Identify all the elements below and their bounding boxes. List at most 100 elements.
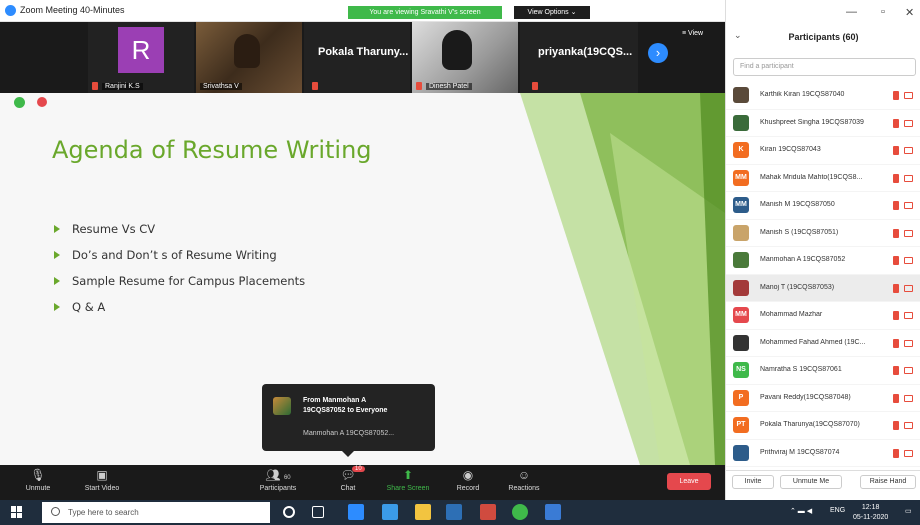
file-explorer-icon[interactable] [415, 504, 431, 520]
participant-name: Manish M 19CQS87050 [760, 201, 835, 208]
leave-button[interactable]: Leave [667, 473, 711, 490]
store-app-icon[interactable] [446, 504, 462, 520]
annotation-icon[interactable] [37, 97, 47, 107]
participant-row[interactable]: MM Mahak Mridula Mahto(19CQS8... [726, 165, 920, 192]
start-video-button[interactable]: ▣ Start Video [76, 468, 128, 492]
taskbar-search-input[interactable]: Type here to search [42, 502, 270, 523]
slide-bullets: Resume Vs CV Do’s and Don’t s of Resume … [54, 222, 305, 326]
participants-count: 60 [283, 475, 291, 481]
muted-mic-icon [893, 146, 899, 155]
participants-button[interactable]: 👥︎ 60 Participants [252, 468, 304, 492]
muted-mic-icon [893, 448, 899, 458]
bullet-item: Resume Vs CV [54, 222, 305, 236]
participant-name: Srivathsa V [200, 83, 242, 90]
video-tile[interactable]: Dinesh Patel [412, 22, 518, 93]
muted-mic-icon [893, 173, 899, 183]
clock-date: 05-11-2020 [853, 514, 889, 521]
windows-taskbar: Type here to search ⌃ ▬ ◀ ENG 12:18 05-1… [0, 500, 920, 525]
raise-hand-button[interactable]: Raise Hand [860, 475, 916, 489]
view-options-button[interactable]: View Options ⌄ [514, 6, 590, 19]
windows-start-icon[interactable] [11, 506, 23, 518]
mail-app-icon[interactable] [382, 504, 398, 520]
bullet-text: Q & A [72, 300, 106, 314]
chat-sender-line2: 19CQS87052 to Everyone [303, 407, 388, 414]
slide-title: Agenda of Resume Writing [52, 136, 372, 164]
video-off-icon [904, 257, 913, 264]
participant-row[interactable]: Mohammed Fahad Ahmed (19C... [726, 330, 920, 357]
participant-name: Kiran 19CQS87043 [760, 146, 821, 153]
close-icon[interactable]: ✕ [905, 6, 914, 19]
video-tile[interactable]: priyanka(19CQS... [520, 22, 638, 93]
video-off-icon [904, 202, 913, 209]
unmute-me-button[interactable]: Unmute Me [780, 475, 842, 489]
share-screen-button[interactable]: ⬆ Share Screen [382, 468, 434, 492]
strip-view-button[interactable]: ≡ View [682, 30, 703, 37]
bullet-arrow-icon [54, 303, 60, 311]
participant-search-input[interactable]: Find a participant [733, 58, 916, 76]
invite-button[interactable]: Invite [732, 475, 774, 489]
muted-mic-icon [92, 82, 98, 90]
bullet-arrow-icon [54, 225, 60, 233]
participant-avatar [733, 224, 749, 241]
chat-sender: From Manmohan A 19CQS87052 to Everyone [303, 396, 387, 416]
reactions-button[interactable]: ☺ Reactions [498, 468, 550, 492]
participant-row[interactable]: Karthik Kiran 19CQS87040 [726, 82, 920, 110]
participant-name: Karthik Kiran 19CQS87040 [760, 91, 845, 98]
zoom-app-icon[interactable] [348, 504, 364, 520]
muted-mic-icon [893, 421, 899, 430]
participant-row[interactable]: Prithviraj M 19CQS87074 [726, 440, 920, 467]
muted-mic-icon [893, 338, 899, 348]
video-off-icon [904, 284, 913, 292]
share-screen-icon: ⬆ [402, 468, 414, 482]
next-page-arrow-icon[interactable]: › [648, 43, 668, 63]
participant-row[interactable]: P Pavani Reddy(19CQS87048) [726, 385, 920, 412]
maximize-icon[interactable]: ▫ [881, 6, 885, 18]
participant-row[interactable]: K Kiran 19CQS87043 [726, 137, 920, 165]
tray-icons[interactable]: ⌃ ▬ ◀ [790, 507, 812, 515]
participant-row[interactable]: Manoj T (19CQS87053) [726, 274, 920, 302]
muted-mic-icon [893, 393, 899, 403]
notification-icon[interactable]: ▭ [905, 507, 912, 515]
app-icon[interactable] [480, 504, 496, 520]
participant-name: Mohammed Fahad Ahmed (19C... [760, 338, 866, 346]
task-view-icon[interactable] [312, 506, 324, 518]
video-tile[interactable]: Pokala Tharuny... [304, 22, 410, 93]
participant-avatar: MM [733, 307, 749, 323]
unmute-button[interactable]: 🎙︎ Unmute [12, 468, 64, 492]
video-off-icon [904, 119, 913, 127]
clock-time: 12:18 [861, 504, 880, 511]
participant-avatar: K [733, 142, 749, 158]
bullet-arrow-icon [54, 277, 60, 285]
participant-row[interactable]: Manish S (19CQS87051) [726, 220, 920, 247]
participant-avatar [733, 279, 749, 296]
chat-message-preview: Manmohan A 19CQS87052... [303, 430, 395, 437]
video-off-icon [904, 92, 913, 99]
language-indicator[interactable]: ENG [830, 507, 845, 514]
meeting-toolbar: 🎙︎ Unmute ▣ Start Video 👥︎ 60 Participan… [0, 465, 725, 500]
video-tile[interactable]: R Ranjini K.S [88, 22, 194, 93]
search-icon [51, 507, 60, 516]
bullet-item: Q & A [54, 300, 305, 314]
taskbar-clock[interactable]: 12:18 05-11-2020 [853, 503, 888, 523]
cortana-icon[interactable] [283, 506, 295, 518]
participant-row[interactable]: Khushpreet Singha 19CQS87039 [726, 110, 920, 137]
participant-row[interactable]: MM Mohammad Mazhar [726, 302, 920, 330]
participant-row[interactable]: Manmohan A 19CQS87052 [726, 247, 920, 275]
muted-mic-icon [893, 283, 899, 293]
chat-button[interactable]: 💬︎ 10 Chat [322, 466, 374, 492]
bullet-item: Sample Resume for Campus Placements [54, 274, 305, 288]
mail-icon[interactable] [545, 504, 561, 520]
video-tile[interactable]: Srivathsa V [196, 22, 302, 93]
participant-row[interactable]: PT Pokala Tharunya(19CQS87070) [726, 412, 920, 440]
participant-avatar: MM [733, 197, 749, 213]
participant-row[interactable]: MM Manish M 19CQS87050 [726, 192, 920, 220]
participant-row[interactable]: NS Namratha S 19CQS87061 [726, 357, 920, 385]
participant-video [234, 34, 260, 68]
record-button[interactable]: ◉ Record [442, 468, 494, 492]
minimize-icon[interactable]: — [846, 6, 857, 18]
chat-notification[interactable]: From Manmohan A 19CQS87052 to Everyone M… [262, 384, 435, 457]
participant-avatar: MM [733, 169, 749, 186]
participant-avatar: NS [733, 362, 749, 378]
record-icon: ◉ [462, 468, 474, 482]
chrome-icon[interactable] [512, 504, 528, 520]
